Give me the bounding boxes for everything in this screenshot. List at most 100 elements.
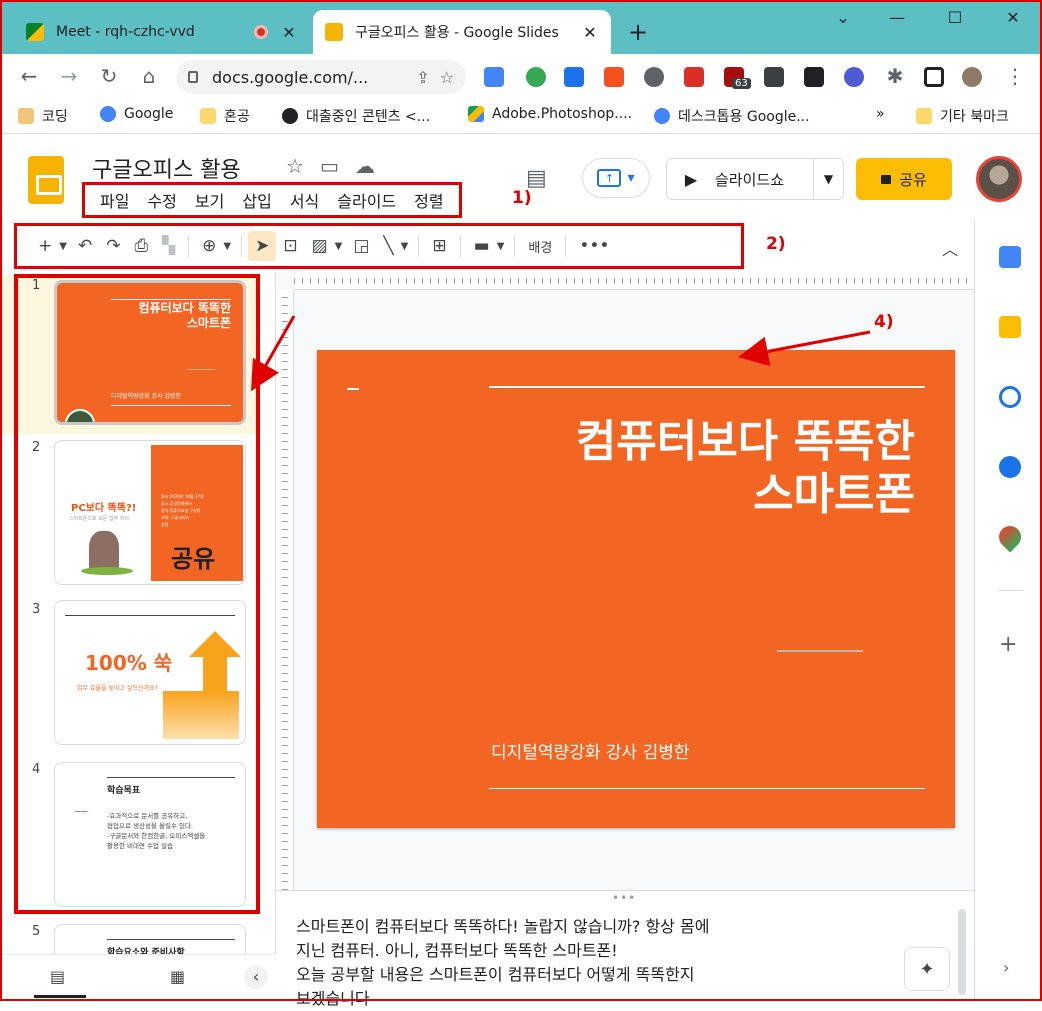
slide-subtitle[interactable]: 디지털역량강화 강사 김병한 <box>491 738 690 763</box>
slides-logo-icon[interactable] <box>28 156 64 204</box>
resize-handle[interactable]: ••• <box>612 891 636 905</box>
back-icon[interactable]: ← <box>16 64 42 88</box>
line-icon[interactable]: ╲ <box>376 231 400 261</box>
comment-history-icon[interactable]: ▤ <box>526 166 547 191</box>
extension-icon[interactable] <box>564 67 584 87</box>
grid-view-icon[interactable]: ▦ <box>170 967 185 986</box>
slide-title-line: 컴퓨터보다 똑똑한 <box>575 416 915 467</box>
minimize-button[interactable]: — <box>882 8 912 27</box>
notes-scrollbar[interactable] <box>958 909 966 995</box>
add-comment-icon[interactable]: ⊞ <box>425 231 453 261</box>
account-avatar[interactable] <box>976 156 1022 202</box>
bookmark-item[interactable]: 데스크톱용 Google... <box>654 106 810 126</box>
slideshow-button[interactable]: ▶ 슬라이드쇼 ▼ <box>666 158 844 200</box>
move-folder-icon[interactable]: ▭ <box>320 154 339 178</box>
menu-format[interactable]: 서식 <box>281 188 328 212</box>
shape-icon[interactable]: ◲ <box>346 231 376 261</box>
close-window-button[interactable]: ✕ <box>998 8 1028 27</box>
extension-icon[interactable] <box>644 67 664 87</box>
url-text: docs.google.com/... <box>212 67 369 87</box>
tab-meet[interactable]: Meet - rqh-czhc-vvd ✕ <box>14 10 310 54</box>
paint-format-icon[interactable]: ▚ <box>155 231 182 261</box>
tab-slides[interactable]: 구글오피스 활용 - Google Slides ✕ <box>313 10 611 54</box>
bookmark-item[interactable]: 코딩 <box>18 106 68 126</box>
print-icon[interactable]: ⎙ <box>127 231 155 261</box>
add-addon-icon[interactable]: + <box>999 632 1017 657</box>
more-menu-icon[interactable]: ⋮ <box>1002 64 1028 88</box>
close-tab-icon[interactable]: ✕ <box>280 23 298 42</box>
extension-icon[interactable] <box>844 67 864 87</box>
bookmarks-bar: 코딩 Google 혼공 대출중인 콘텐츠 <... Adobe.Photosh… <box>0 100 1042 134</box>
menu-arrange[interactable]: 정렬 <box>405 188 452 212</box>
bookmark-item[interactable]: 기타 북마크 <box>916 106 1009 126</box>
background-button[interactable]: 배경 <box>521 231 559 261</box>
menu-view[interactable]: 보기 <box>186 188 233 212</box>
menu-file[interactable]: 파일 <box>91 188 138 212</box>
redo-icon[interactable]: ↷ <box>99 231 127 261</box>
expand-panel-icon[interactable]: › <box>1003 958 1009 977</box>
profile-icon[interactable] <box>962 67 982 87</box>
new-tab-button[interactable]: + <box>624 18 652 46</box>
menu-slide[interactable]: 슬라이드 <box>328 188 405 212</box>
collapse-filmstrip-icon[interactable]: ‹ <box>244 965 268 989</box>
slide-title[interactable]: 컴퓨터보다 똑똑한 스마트폰 <box>435 416 915 522</box>
extension-icon[interactable] <box>804 67 824 87</box>
zoom-icon[interactable]: ⊕ <box>195 231 223 261</box>
maximize-button[interactable]: ☐ <box>940 8 970 27</box>
tasks-icon[interactable] <box>999 386 1021 408</box>
bookmarks-overflow[interactable]: » <box>876 106 885 122</box>
editing-toolbar: + ▼ ↶ ↷ ⎙ ▚ ⊕ ▼ ➤ ⊡ ▨ ▼ ◲ ╲ ▼ ⊞ ▬ ▼ 배경 •… <box>14 223 744 269</box>
input-tools-keyboard-icon[interactable]: ▬ <box>467 231 497 261</box>
calendar-icon[interactable] <box>999 246 1021 268</box>
tab-search-icon[interactable]: ⌄ <box>828 8 858 27</box>
undo-icon[interactable]: ↶ <box>71 231 99 261</box>
contacts-icon[interactable] <box>999 456 1021 478</box>
select-cursor-icon[interactable]: ➤ <box>248 231 277 261</box>
extension-icon[interactable] <box>684 67 704 87</box>
collapse-menus-icon[interactable]: ︿ <box>942 236 958 260</box>
side-panel-icon[interactable] <box>924 67 944 87</box>
current-slide[interactable]: 컴퓨터보다 똑똑한 스마트폰 디지털역량강화 강사 김병한 <box>317 350 955 828</box>
document-title[interactable]: 구글오피스 활용 <box>92 152 241 184</box>
forward-icon[interactable]: → <box>56 64 82 88</box>
share-page-icon[interactable]: ⇪ <box>416 68 429 87</box>
extension-icon[interactable] <box>604 67 624 87</box>
bookmark-item[interactable]: Google <box>100 106 173 122</box>
speaker-notes-text[interactable]: 스마트폰이 컴퓨터보다 똑똑하다! 놀랍지 않습니까? 항상 몸에 지닌 컴퓨터… <box>296 915 836 1011</box>
zoom-dropdown-icon[interactable]: ▼ <box>223 231 235 261</box>
extensions-puzzle-icon[interactable]: ✱ <box>882 64 908 88</box>
address-bar[interactable]: docs.google.com/... ⇪ ☆ <box>176 60 466 94</box>
translate-extension-icon[interactable] <box>484 67 504 87</box>
close-tab-icon[interactable]: ✕ <box>581 23 599 42</box>
more-options-icon[interactable]: ••• <box>572 231 616 261</box>
keep-icon[interactable] <box>999 316 1021 338</box>
home-icon[interactable]: ⌂ <box>136 64 162 88</box>
divider <box>188 235 190 257</box>
extension-icon[interactable] <box>764 67 784 87</box>
slideshow-dropdown-icon[interactable]: ▼ <box>813 159 843 199</box>
cloud-saved-icon[interactable]: ☁ <box>355 154 375 178</box>
maps-icon[interactable] <box>994 521 1026 553</box>
image-dropdown-icon[interactable]: ▼ <box>335 231 347 261</box>
new-slide-dropdown-icon[interactable]: ▼ <box>59 231 71 261</box>
reload-icon[interactable]: ↻ <box>96 64 122 88</box>
explore-assist-icon[interactable]: ✦ <box>904 947 950 991</box>
present-to-meeting-button[interactable]: ↑ ▾ <box>582 158 650 198</box>
text-box-icon[interactable]: ⊡ <box>276 231 304 261</box>
keyboard-dropdown-icon[interactable]: ▼ <box>497 231 509 261</box>
filmstrip-view-icon[interactable]: ▤ <box>50 967 65 986</box>
bookmark-star-icon[interactable]: ☆ <box>440 68 454 87</box>
star-icon[interactable]: ☆ <box>286 154 304 178</box>
menu-insert[interactable]: 삽입 <box>233 188 280 212</box>
new-slide-icon[interactable]: + <box>31 231 59 261</box>
line-dropdown-icon[interactable]: ▼ <box>401 231 413 261</box>
image-icon[interactable]: ▨ <box>305 231 335 261</box>
bookmark-item[interactable]: Adobe.Photoshop.... <box>468 106 632 122</box>
bookmark-item[interactable]: 대출중인 콘텐츠 <... <box>282 106 430 126</box>
bookmark-item[interactable]: 혼공 <box>200 106 250 126</box>
menu-edit[interactable]: 수정 <box>138 188 185 212</box>
extension-icon[interactable] <box>526 67 546 87</box>
speaker-notes: ••• 스마트폰이 컴퓨터보다 똑똑하다! 놀랍지 않습니까? 항상 몸에 지닌… <box>276 890 974 1008</box>
share-button[interactable]: 공유 <box>856 158 952 200</box>
bookmark-label: 코딩 <box>42 109 68 125</box>
